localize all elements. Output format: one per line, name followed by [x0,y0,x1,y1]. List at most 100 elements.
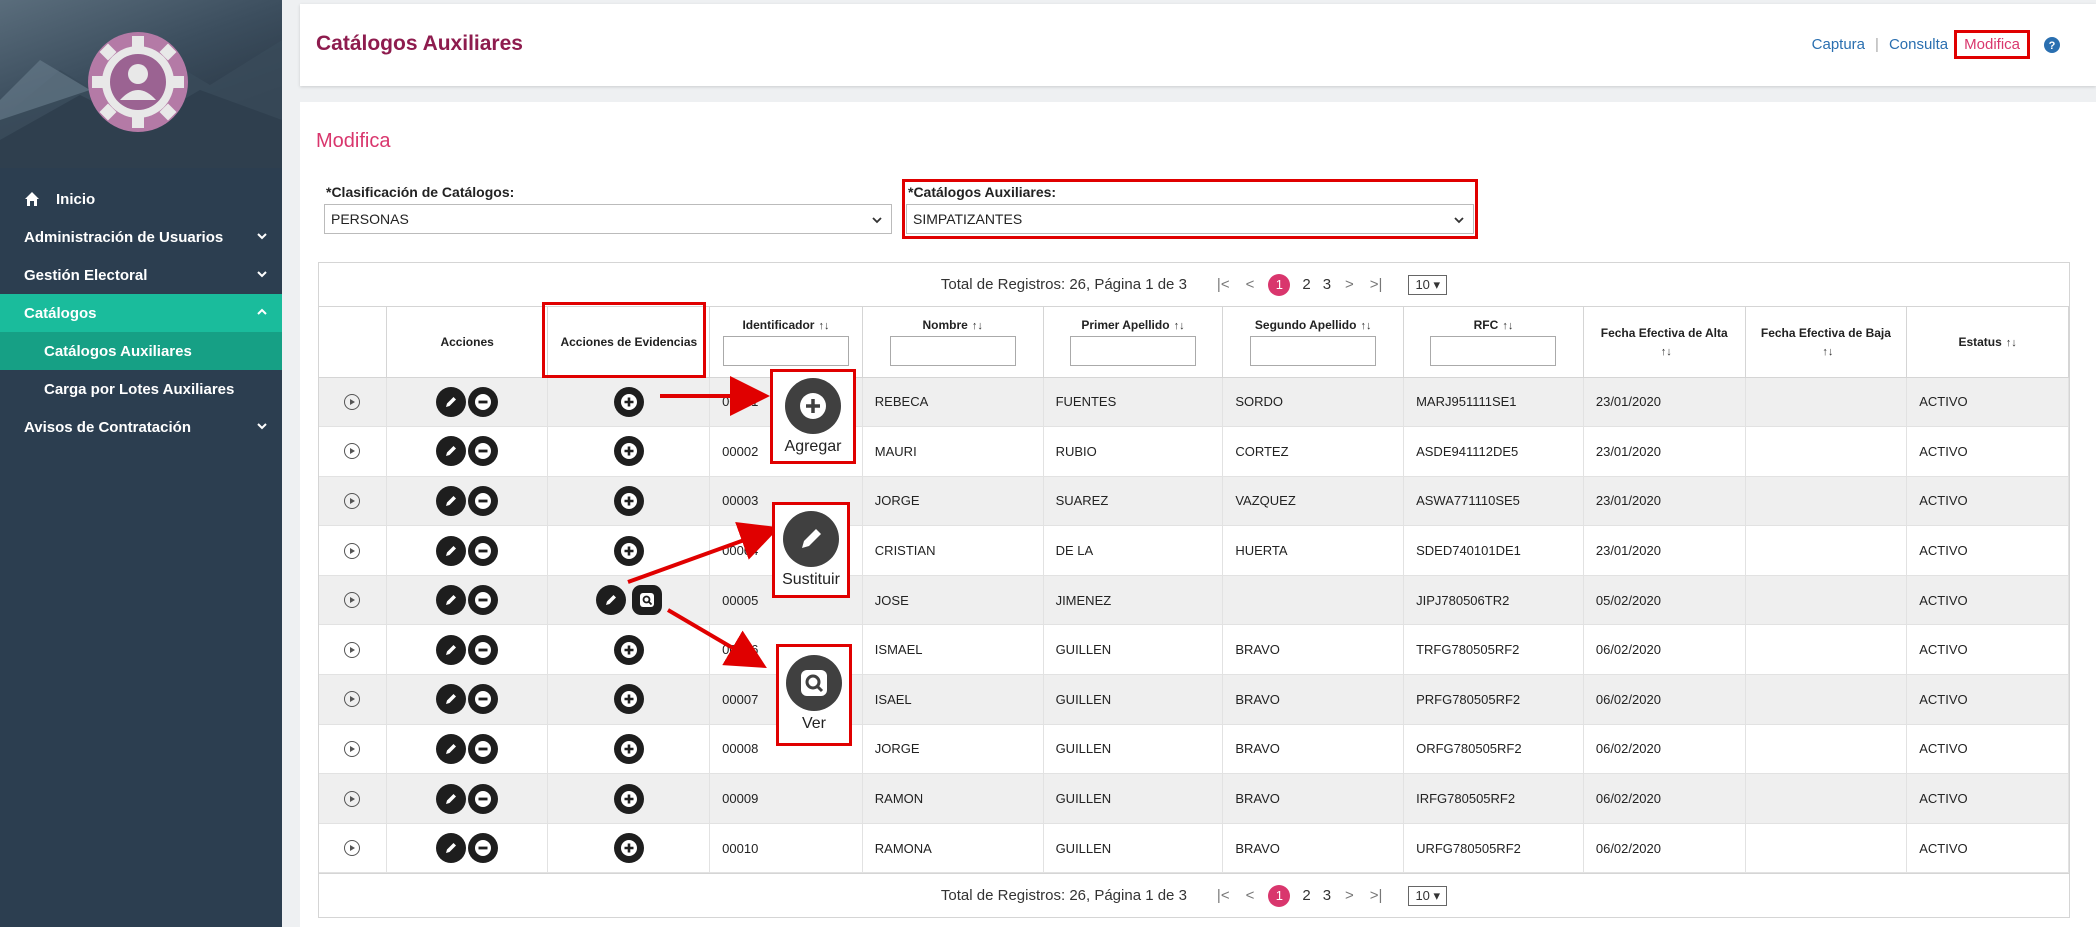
sidebar-item-label: Inicio [56,190,96,208]
identificador-header[interactable]: Identificador ↑↓ [709,307,863,378]
help-icon[interactable]: ? [2044,36,2060,53]
add-evidence-button[interactable] [613,485,644,516]
clasificacion-select[interactable]: PERSONAS [324,204,892,234]
fecha-baja-cell [1745,377,1908,428]
page-size-select[interactable]: 10 ▾ [1408,274,1448,295]
deactivate-button[interactable] [468,386,499,417]
rfc-filter-input[interactable] [1430,335,1557,366]
estatus-header[interactable]: Estatus ↑↓ [1906,307,2069,378]
view-evidence-icon[interactable] [786,655,842,711]
sort-icon[interactable]: ↑↓ [1360,320,1371,332]
page-2-button[interactable]: 2 [1302,887,1310,904]
edit-button[interactable] [436,436,467,467]
last-page-icon[interactable]: >| [1370,887,1383,904]
deactivate-button[interactable] [468,585,499,616]
sort-icon[interactable]: ↑↓ [1502,320,1513,332]
estatus-cell: ACTIVO [1906,773,2069,824]
segundo-apellido-header[interactable]: Segundo Apellido ↑↓ [1222,307,1405,378]
expand-row-icon[interactable] [344,492,361,509]
page-3-button[interactable]: 3 [1323,887,1331,904]
edit-button[interactable] [436,485,467,516]
deactivate-button[interactable] [468,535,499,566]
fecha-alta-header[interactable]: Fecha Efectiva de Alta ↑↓ [1583,307,1746,378]
primer-apellido-filter-input[interactable] [1069,335,1196,366]
identificador-filter-input[interactable] [722,335,849,366]
evidencias-cell [547,575,711,626]
page-3-button[interactable]: 3 [1323,276,1331,293]
expand-row-icon[interactable] [344,641,361,658]
page-2-button[interactable]: 2 [1302,276,1310,293]
add-evidence-button[interactable] [613,386,644,417]
deactivate-button[interactable] [468,833,499,864]
add-evidence-button[interactable] [613,733,644,764]
add-evidence-button[interactable] [613,436,644,467]
page-size-select[interactable]: 10 ▾ [1408,885,1448,906]
catalogos-select[interactable]: SIMPATIZANTES [906,204,1474,234]
expand-row-icon[interactable] [344,542,361,559]
sidebar-subitem-carga-lotes[interactable]: Carga por Lotes Auxiliares [0,370,282,408]
replace-evidence-icon[interactable] [783,511,839,567]
edit-button[interactable] [436,783,467,814]
deactivate-button[interactable] [468,436,499,467]
first-page-icon[interactable]: |< [1217,276,1230,293]
next-page-icon[interactable]: > [1345,887,1354,904]
edit-button[interactable] [436,386,467,417]
deactivate-button[interactable] [468,634,499,665]
sidebar-item-administracion[interactable]: Administración de Usuarios [0,218,282,256]
page-1-button[interactable]: 1 [1268,273,1291,296]
edit-button[interactable] [436,585,467,616]
sort-icon[interactable]: ↑↓ [972,320,983,332]
sidebar-item-avisos[interactable]: Avisos de Contratación [0,408,282,446]
expand-row-icon[interactable] [344,840,361,857]
captura-link[interactable]: Captura [1812,36,1865,53]
deactivate-button[interactable] [468,684,499,715]
modifica-link[interactable]: Modifica [1954,30,2030,59]
sort-icon[interactable]: ↑↓ [2006,337,2017,349]
rfc-cell: SDED740101DE1 [1403,525,1584,576]
edit-button[interactable] [436,733,467,764]
add-evidence-button[interactable] [613,783,644,814]
nombre-filter-input[interactable] [889,335,1016,366]
deactivate-button[interactable] [468,783,499,814]
sidebar-subitem-catalogos-auxiliares[interactable]: Catálogos Auxiliares [0,332,282,370]
expand-cell [319,476,387,527]
view-evidence-button[interactable] [631,585,662,616]
expand-row-icon[interactable] [344,592,361,609]
primer-apellido-header[interactable]: Primer Apellido ↑↓ [1043,307,1224,378]
sort-icon[interactable]: ↑↓ [818,320,829,332]
sort-icon[interactable]: ↑↓ [1174,320,1185,332]
rfc-header[interactable]: RFC ↑↓ [1403,307,1584,378]
sort-icon[interactable]: ↑↓ [1661,346,1672,358]
deactivate-button[interactable] [468,733,499,764]
prev-page-icon[interactable]: < [1246,887,1255,904]
last-page-icon[interactable]: >| [1370,276,1383,293]
nombre-header[interactable]: Nombre ↑↓ [862,307,1044,378]
sidebar-item-inicio[interactable]: Inicio [0,180,282,218]
edit-button[interactable] [436,535,467,566]
sidebar-item-gestion[interactable]: Gestión Electoral [0,256,282,294]
edit-button[interactable] [436,684,467,715]
sort-icon[interactable]: ↑↓ [1822,346,1833,358]
edit-button[interactable] [436,833,467,864]
add-evidence-button[interactable] [613,634,644,665]
add-evidence-button[interactable] [613,684,644,715]
deactivate-button[interactable] [468,485,499,516]
first-page-icon[interactable]: |< [1217,887,1230,904]
edit-button[interactable] [436,634,467,665]
segundo-apellido-filter-input[interactable] [1250,335,1377,366]
next-page-icon[interactable]: > [1345,276,1354,293]
consulta-link[interactable]: Consulta [1889,36,1948,53]
expand-row-icon[interactable] [344,443,361,460]
fecha-baja-header[interactable]: Fecha Efectiva de Baja ↑↓ [1745,307,1908,378]
page-1-button[interactable]: 1 [1268,884,1291,907]
sidebar-item-catalogos[interactable]: Catálogos [0,294,282,332]
expand-row-icon[interactable] [344,790,361,807]
add-evidence-button[interactable] [613,833,644,864]
add-evidence-button[interactable] [613,535,644,566]
expand-row-icon[interactable] [344,691,361,708]
replace-evidence-button[interactable] [595,585,626,616]
expand-row-icon[interactable] [344,740,361,757]
prev-page-icon[interactable]: < [1246,276,1255,293]
add-evidence-icon[interactable] [785,378,841,434]
expand-row-icon[interactable] [344,393,361,410]
